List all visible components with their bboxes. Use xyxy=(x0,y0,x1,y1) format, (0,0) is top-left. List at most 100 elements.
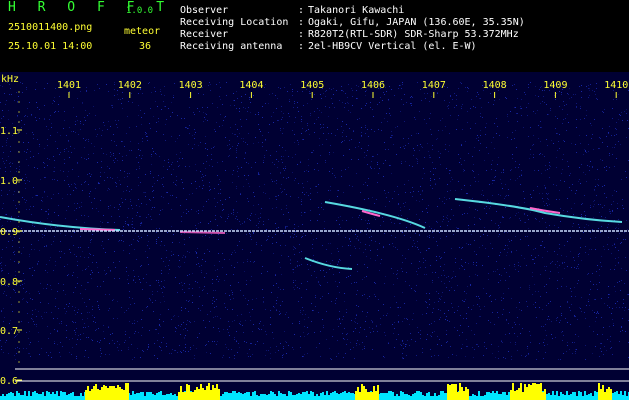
noise-speck xyxy=(134,276,135,277)
noise-speck xyxy=(620,290,621,291)
noise-speck xyxy=(417,161,418,162)
noise-speck xyxy=(555,128,556,129)
noise-speck xyxy=(19,238,20,239)
noise-speck xyxy=(258,204,259,205)
noise-speck xyxy=(465,299,466,300)
noise-speck xyxy=(543,96,544,97)
noise-speck xyxy=(401,88,402,89)
noise-speck xyxy=(440,226,441,227)
noise-speck xyxy=(439,298,440,299)
noise-floor-bar xyxy=(400,391,402,400)
noise-speck xyxy=(69,303,70,304)
noise-speck xyxy=(212,341,213,342)
noise-speck xyxy=(146,282,147,283)
noise-speck xyxy=(148,264,149,265)
noise-speck xyxy=(160,347,161,348)
noise-speck xyxy=(101,135,102,136)
noise-speck xyxy=(322,245,323,246)
noise-speck xyxy=(171,255,172,256)
noise-speck xyxy=(44,312,45,313)
noise-speck xyxy=(127,176,128,177)
noise-speck xyxy=(184,283,185,284)
noise-speck xyxy=(478,94,479,95)
noise-speck xyxy=(320,155,321,156)
noise-speck xyxy=(499,99,500,100)
noise-speck xyxy=(328,133,329,134)
noise-speck xyxy=(386,91,387,92)
noise-speck xyxy=(600,343,601,344)
noise-speck xyxy=(214,198,215,199)
meteor-echo-bar xyxy=(182,392,184,400)
noise-floor-bar xyxy=(80,393,82,400)
noise-speck xyxy=(226,95,227,96)
meteor-echo-bar xyxy=(208,383,210,400)
noise-speck xyxy=(429,101,430,102)
noise-speck xyxy=(467,122,468,123)
noise-speck xyxy=(626,137,627,138)
noise-speck xyxy=(131,93,132,94)
noise-speck xyxy=(474,224,475,225)
noise-speck xyxy=(559,265,560,266)
noise-speck xyxy=(511,139,512,140)
noise-speck xyxy=(456,227,457,228)
noise-speck xyxy=(433,237,434,238)
noise-speck xyxy=(329,152,330,153)
noise-speck xyxy=(560,359,561,360)
noise-speck xyxy=(402,84,403,85)
noise-speck xyxy=(78,176,79,177)
noise-speck xyxy=(598,148,599,149)
noise-speck xyxy=(498,282,499,283)
location-label: Receiving Location xyxy=(180,17,289,28)
noise-speck xyxy=(524,222,525,223)
meteor-echo-bar xyxy=(461,387,463,400)
noise-speck xyxy=(155,91,156,92)
noise-speck xyxy=(268,219,269,220)
noise-speck xyxy=(211,148,212,149)
noise-speck xyxy=(521,174,522,175)
noise-speck xyxy=(140,150,141,151)
noise-speck xyxy=(163,177,164,178)
noise-speck xyxy=(161,109,162,110)
noise-speck xyxy=(121,350,122,351)
noise-speck xyxy=(232,146,233,147)
noise-speck xyxy=(342,220,343,221)
noise-speck xyxy=(307,264,308,265)
noise-speck xyxy=(613,201,614,202)
noise-speck xyxy=(160,89,161,90)
noise-speck xyxy=(354,321,355,322)
noise-speck xyxy=(303,187,304,188)
noise-speck xyxy=(515,324,516,325)
noise-speck xyxy=(26,291,27,292)
noise-speck xyxy=(18,226,19,227)
noise-speck xyxy=(549,168,550,169)
noise-speck xyxy=(371,236,372,237)
noise-speck xyxy=(575,353,576,354)
noise-speck xyxy=(187,251,188,252)
noise-speck xyxy=(350,342,351,343)
noise-speck xyxy=(185,166,186,167)
noise-speck xyxy=(6,247,7,248)
noise-speck xyxy=(353,131,354,132)
noise-speck xyxy=(179,165,180,166)
noise-floor-bar xyxy=(20,395,22,400)
noise-speck xyxy=(147,306,148,307)
noise-speck xyxy=(561,92,562,93)
noise-speck xyxy=(259,186,260,187)
noise-speck xyxy=(425,301,426,302)
noise-speck xyxy=(440,299,441,300)
noise-speck xyxy=(562,278,563,279)
noise-speck xyxy=(158,175,159,176)
noise-speck xyxy=(203,163,204,164)
noise-speck xyxy=(98,328,99,329)
noise-speck xyxy=(375,219,376,220)
noise-speck xyxy=(150,200,151,201)
noise-speck xyxy=(515,344,516,345)
noise-speck xyxy=(589,249,590,250)
noise-speck xyxy=(138,105,139,106)
noise-speck xyxy=(474,147,475,148)
noise-speck xyxy=(129,337,130,338)
noise-speck xyxy=(30,206,31,207)
noise-speck xyxy=(455,190,456,191)
noise-speck xyxy=(319,110,320,111)
noise-speck xyxy=(183,212,184,213)
